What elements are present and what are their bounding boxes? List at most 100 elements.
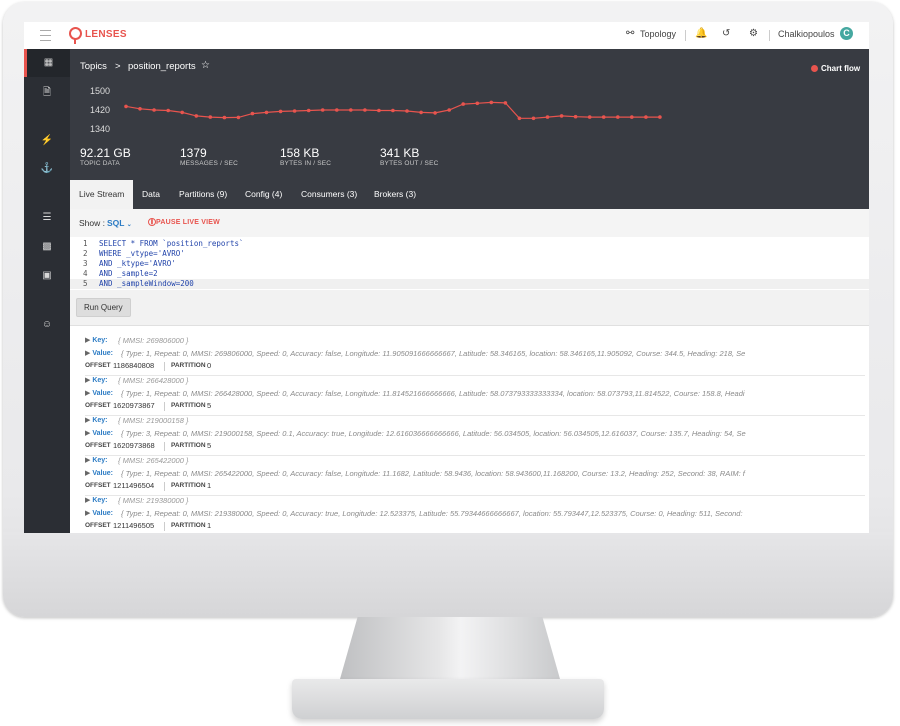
list-item: ▶ Key: { MMSI: 219380000 } ▶ Value: { Type:… bbox=[85, 496, 865, 533]
expand-key-toggle[interactable]: ▶ Key: bbox=[85, 496, 108, 504]
sparkline-point bbox=[601, 115, 606, 119]
offset-label: OFFSET bbox=[85, 522, 111, 529]
sparkline-point bbox=[503, 101, 508, 105]
expand-value-toggle[interactable]: ▶ Value: bbox=[85, 429, 113, 437]
divider bbox=[164, 522, 165, 531]
expand-key-toggle[interactable]: ▶ Key: bbox=[85, 416, 108, 424]
show-mode-value: SQL bbox=[107, 218, 125, 228]
key-label: Key: bbox=[92, 457, 108, 464]
monitor-stand-neck bbox=[340, 617, 560, 679]
code-line: WHERE _vtype='AVRO' bbox=[99, 249, 185, 258]
tab-live-stream[interactable]: Live Stream bbox=[70, 180, 134, 209]
value-label: Value: bbox=[92, 390, 113, 397]
sidebar-item-documents[interactable]: 🗎 bbox=[24, 79, 70, 107]
live-stream-panel: Show : SQL ⌄ ❚ PAUSE LIVE VIEW 1 2 3 4 5… bbox=[70, 209, 869, 533]
sparkline-point bbox=[616, 115, 620, 119]
user-name[interactable]: Chalkiopoulos bbox=[778, 29, 835, 39]
sidebar-item-processors[interactable]: ⚡ bbox=[24, 127, 70, 155]
avatar[interactable]: C bbox=[840, 27, 853, 40]
stat-bytes-out-value: 341 KB bbox=[380, 146, 420, 160]
sliders-icon: ☰ bbox=[42, 212, 52, 223]
expand-value-toggle[interactable]: ▶ Value: bbox=[85, 349, 113, 357]
stat-messages-value: 1379 bbox=[180, 146, 207, 160]
record-value: { Type: 1, Repeat: 0, MMSI: 266428000, S… bbox=[121, 389, 745, 398]
y-tick-label: 1420 bbox=[90, 105, 110, 115]
sparkline-point bbox=[278, 109, 283, 114]
divider bbox=[164, 362, 165, 371]
add-user-icon: ☺ bbox=[41, 319, 53, 330]
line-number: 5 bbox=[83, 279, 88, 288]
record-value: { Type: 3, Repeat: 0, MMSI: 219000158, S… bbox=[121, 429, 746, 438]
record-offset: 1620973867 bbox=[113, 401, 155, 410]
menu-icon[interactable] bbox=[40, 30, 51, 41]
record-value: { Type: 1, Repeat: 0, MMSI: 269806000, S… bbox=[121, 349, 746, 358]
record-offset: 1186840808 bbox=[113, 361, 155, 370]
divider bbox=[164, 482, 165, 491]
sparkline-point bbox=[349, 108, 353, 112]
offset-label: OFFSET bbox=[85, 482, 111, 489]
message-rate-sparkline: 1500 1420 1340 bbox=[90, 86, 662, 134]
tab-partitions[interactable]: Partitions (9) bbox=[170, 180, 236, 209]
record-value: { Type: 1, Repeat: 0, MMSI: 219380000, S… bbox=[121, 509, 743, 518]
record-key: { MMSI: 266428000 } bbox=[118, 376, 189, 385]
sql-editor[interactable]: 1 2 3 4 5 SELECT * FROM `position_report… bbox=[70, 237, 869, 290]
history-icon[interactable]: ↺ bbox=[722, 28, 730, 40]
chevron-down-icon: ⌄ bbox=[126, 222, 132, 228]
code-line: AND _ktype='AVRO' bbox=[99, 259, 176, 268]
sparkline-point bbox=[250, 111, 255, 116]
divider bbox=[164, 442, 165, 451]
sidebar-item-settings[interactable]: ☰ bbox=[24, 204, 70, 232]
sparkline-point bbox=[447, 108, 452, 112]
expand-value-toggle[interactable]: ▶ Value: bbox=[85, 469, 113, 477]
sparkline-point bbox=[461, 102, 466, 106]
partition-label: PARTITION bbox=[171, 402, 206, 409]
sidebar-item-users[interactable]: ☺ bbox=[24, 311, 70, 339]
expand-value-toggle[interactable]: ▶ Value: bbox=[85, 509, 113, 517]
sidebar-item-connectors[interactable]: ⚓ bbox=[24, 155, 70, 183]
topic-tabs: Live Stream Data Partitions (9) Config (… bbox=[70, 180, 869, 209]
partition-label: PARTITION bbox=[171, 522, 206, 529]
tab-brokers[interactable]: Brokers (3) bbox=[365, 180, 425, 209]
sparkline-point bbox=[517, 116, 522, 121]
tab-consumers[interactable]: Consumers (3) bbox=[292, 180, 366, 209]
query-actions: Run Query bbox=[70, 290, 869, 326]
run-query-button[interactable]: Run Query bbox=[76, 298, 131, 317]
lightning-icon: ⚡ bbox=[40, 135, 54, 146]
sparkline-point bbox=[489, 100, 494, 105]
sparkline-point bbox=[292, 109, 297, 113]
sparkline-point bbox=[405, 109, 409, 113]
expand-key-toggle[interactable]: ▶ Key: bbox=[85, 376, 108, 384]
show-mode-select[interactable]: SQL ⌄ bbox=[107, 218, 132, 228]
monitor-icon: ▣ bbox=[42, 270, 52, 281]
record-key: { MMSI: 219380000 } bbox=[118, 496, 189, 505]
tab-config[interactable]: Config (4) bbox=[236, 180, 291, 209]
divider bbox=[769, 30, 770, 41]
brand-logo[interactable]: LENSES bbox=[85, 29, 127, 40]
sparkline-point bbox=[208, 115, 213, 119]
sidebar-item-monitor[interactable]: ▣ bbox=[24, 262, 70, 290]
sparkline-point bbox=[264, 110, 269, 115]
expand-value-toggle[interactable]: ▶ Value: bbox=[85, 389, 113, 397]
app-screen: LENSES ⚯ Topology 🔔 ↺ ⚙ Chalkiopoulos C … bbox=[24, 22, 869, 533]
bell-icon[interactable]: 🔔 bbox=[695, 28, 707, 40]
pause-live-view-button[interactable]: PAUSE LIVE VIEW bbox=[156, 219, 220, 226]
expand-key-toggle[interactable]: ▶ Key: bbox=[85, 336, 108, 344]
expand-key-toggle[interactable]: ▶ Key: bbox=[85, 456, 108, 464]
record-offset: 1211496504 bbox=[113, 481, 155, 490]
tab-data[interactable]: Data bbox=[133, 180, 169, 209]
record-key: { MMSI: 265422000 } bbox=[118, 456, 189, 465]
sidebar-item-metrics[interactable]: ▩ bbox=[24, 233, 70, 261]
list-item: ▶ Key: { MMSI: 269806000 } ▶ Value: { Type:… bbox=[85, 336, 865, 376]
sparkline-point bbox=[363, 108, 367, 112]
offset-label: OFFSET bbox=[85, 362, 111, 369]
stat-bytes-in-label: BYTES IN / SEC bbox=[280, 160, 332, 167]
topology-link[interactable]: Topology bbox=[640, 29, 676, 39]
share-icon: ⚯ bbox=[626, 28, 635, 39]
line-number: 3 bbox=[83, 259, 88, 268]
line-number: 2 bbox=[83, 249, 88, 258]
show-bar: Show : SQL ⌄ ❚ PAUSE LIVE VIEW bbox=[70, 209, 869, 237]
value-label: Value: bbox=[92, 430, 113, 437]
sidebar-item-topics[interactable]: ▦ bbox=[24, 49, 70, 77]
bar-chart-icon: ▩ bbox=[42, 241, 52, 252]
gear-icon[interactable]: ⚙ bbox=[749, 28, 758, 40]
